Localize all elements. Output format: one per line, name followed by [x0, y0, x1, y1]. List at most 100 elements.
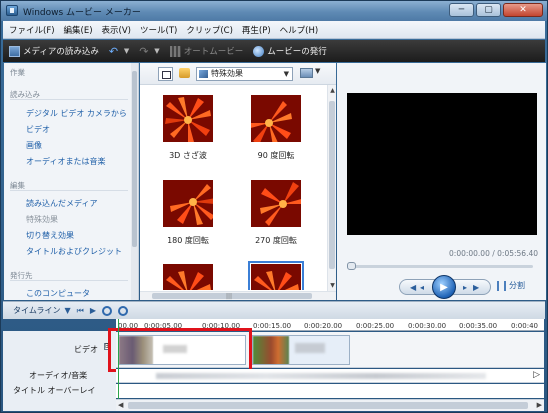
content-scrollbar-thumb[interactable]	[329, 101, 335, 269]
scroll-down-icon[interactable]: ▼	[329, 281, 336, 290]
tasks-scrollbar[interactable]	[131, 63, 138, 300]
ruler-tick: 0:00:25.00	[356, 322, 395, 330]
scroll-up-icon[interactable]: ▲	[329, 86, 336, 95]
view-toggle-button[interactable]	[158, 67, 173, 81]
menu-tools[interactable]: ツール(T)	[140, 24, 177, 36]
zoom-in-icon[interactable]	[101, 305, 112, 316]
effect-thumbnail	[163, 95, 213, 142]
rewind-timeline-icon[interactable]: ⏮	[77, 306, 84, 316]
previous-frame-icon[interactable]: ◂	[420, 283, 424, 292]
menu-clip[interactable]: クリップ(C)	[186, 24, 233, 36]
minimize-button[interactable]: ─	[449, 3, 474, 17]
task-titles-credits[interactable]: タイトルおよびクレジット	[26, 246, 122, 257]
publish-movie-button[interactable]: ムービーの発行	[253, 45, 327, 57]
audio-clip-blurred[interactable]	[156, 373, 486, 379]
split-icon	[497, 280, 506, 291]
seek-handle[interactable]	[347, 262, 356, 270]
effect-thumbnail	[251, 180, 301, 227]
zoom-out-icon[interactable]	[117, 305, 128, 316]
title-overlay-track[interactable]	[116, 384, 544, 398]
effects-icon	[199, 70, 208, 78]
divider	[10, 190, 128, 191]
timeline-scrollbar[interactable]: ◀ ▶	[116, 399, 544, 411]
collection-dropdown[interactable]: 特殊効果 ▼	[196, 67, 293, 81]
movie-maker-icon	[6, 5, 18, 16]
automovie-label: オートムービー	[183, 47, 244, 57]
menu-view[interactable]: 表示(V)	[102, 24, 131, 36]
effect-thumbnail	[163, 264, 213, 290]
import-icon	[9, 45, 20, 57]
title-overlay-track-label: タイトル オーバーレイ	[13, 386, 96, 395]
maximize-button[interactable]: ▢	[476, 3, 501, 17]
divider	[10, 280, 128, 281]
play-timeline-icon[interactable]: ▶	[90, 306, 96, 315]
rewind-icon[interactable]: ◀	[410, 283, 416, 292]
task-imported-media[interactable]: 読み込んだメディア	[26, 198, 97, 209]
ruler-tick: 0:00:40	[511, 322, 538, 330]
playback-controls: ◀ ◂ ▶ ▸ ▶	[399, 275, 491, 299]
undo-dropdown-icon: ▼	[123, 47, 130, 55]
ruler-tick: 0:00:20.00	[304, 322, 343, 330]
fast-forward-icon[interactable]: ▶	[473, 283, 479, 292]
menu-edit[interactable]: 編集(E)	[64, 24, 93, 36]
clip-thumbnail	[253, 336, 289, 364]
redo-button[interactable]: ↷ ▼	[139, 46, 159, 57]
undo-button[interactable]: ↶ ▼	[109, 46, 129, 57]
ruler-tick: 0:00:15.00	[253, 322, 292, 330]
timeline-clip[interactable]	[252, 335, 350, 365]
chevron-down-icon: ▼	[283, 70, 289, 78]
import-label: メディアの読み込み	[23, 47, 99, 57]
arrange-dropdown-icon[interactable]: ▼	[315, 67, 320, 75]
publish-icon	[253, 45, 265, 57]
seek-bar[interactable]	[351, 265, 533, 268]
menu-play[interactable]: 再生(P)	[242, 24, 271, 36]
chevron-down-icon[interactable]: ▼	[64, 306, 70, 315]
automovie-button[interactable]: オートムービー	[169, 45, 244, 57]
split-button[interactable]: 分割	[497, 280, 525, 291]
effects-grid: 3D さざ波 90 度回転 180 度回転 270 度回転	[140, 86, 326, 290]
grip-icon: |||	[226, 293, 233, 300]
menu-help[interactable]: ヘルプ(H)	[280, 24, 319, 36]
app-window: Windows ムービー メーカー ─ ▢ ✕ ファイル(F) 編集(E) 表示…	[0, 0, 548, 413]
playhead[interactable]	[118, 319, 119, 399]
tasks-pane: 作業 読み込み デジタル ビデオ カメラから ビデオ 画像 オーディオまたは音楽…	[4, 63, 139, 300]
effect-label: 270 度回転	[255, 236, 297, 245]
import-media-button[interactable]: メディアの読み込み	[9, 45, 99, 57]
highlight-annotation	[108, 328, 252, 372]
ruler-tick: 0:00:30.00	[408, 322, 447, 330]
menu-bar: ファイル(F) 編集(E) 表示(V) ツール(T) クリップ(C) 再生(P)…	[3, 21, 545, 39]
task-import-from-camera[interactable]: デジタル ビデオ カメラから	[26, 108, 127, 119]
close-button[interactable]: ✕	[503, 3, 543, 17]
timeline-scroll-thumb[interactable]	[128, 402, 528, 409]
preview-monitor	[347, 93, 537, 235]
scroll-left-icon[interactable]: ◀	[118, 401, 123, 409]
tasks-scrollbar-thumb[interactable]	[132, 71, 137, 247]
content-vertical-scrollbar[interactable]: ▲ ▼	[327, 85, 336, 291]
audio-track[interactable]: ▷	[116, 369, 544, 383]
task-import-pictures[interactable]: 画像	[26, 140, 42, 151]
film-icon	[169, 45, 181, 57]
scroll-right-icon[interactable]: ▶	[537, 401, 542, 409]
undo-icon: ↶	[108, 44, 119, 58]
content-toolbar: 特殊効果 ▼ ▼	[140, 63, 336, 85]
ruler-tick: 0:00:35.00	[459, 322, 498, 330]
window-controls: ─ ▢ ✕	[449, 3, 543, 17]
task-transitions[interactable]: 切り替え効果	[26, 230, 74, 241]
folder-icon[interactable]	[179, 68, 190, 78]
menu-file[interactable]: ファイル(F)	[9, 24, 55, 36]
content-horizontal-scrollbar[interactable]: |||	[140, 291, 336, 300]
title-bar[interactable]: Windows ムービー メーカー ─ ▢ ✕	[1, 1, 547, 21]
effect-label: 180 度回転	[167, 236, 209, 245]
play-button[interactable]: ▶	[432, 275, 456, 299]
main-toolbar: メディアの読み込み ↶ ▼ ↷ ▼ オートムービー ムービーの発行	[3, 40, 545, 62]
task-import-audio[interactable]: オーディオまたは音楽	[26, 156, 105, 167]
task-effects[interactable]: 特殊効果	[26, 214, 58, 225]
track-labels: ビデオ 田 オーディオ/音楽 タイトル オーバーレイ	[3, 331, 116, 411]
task-publish-computer[interactable]: このコンピュータ	[26, 288, 90, 299]
task-import-video[interactable]: ビデオ	[26, 124, 50, 135]
arrange-icon[interactable]	[300, 68, 313, 78]
timeline-toolbar: タイムライン ▼ ⏮ ▶	[3, 301, 545, 319]
timeline-view-dropdown[interactable]: タイムライン	[13, 305, 60, 316]
effect-thumbnail	[248, 261, 304, 290]
next-frame-icon[interactable]: ▸	[463, 283, 467, 292]
